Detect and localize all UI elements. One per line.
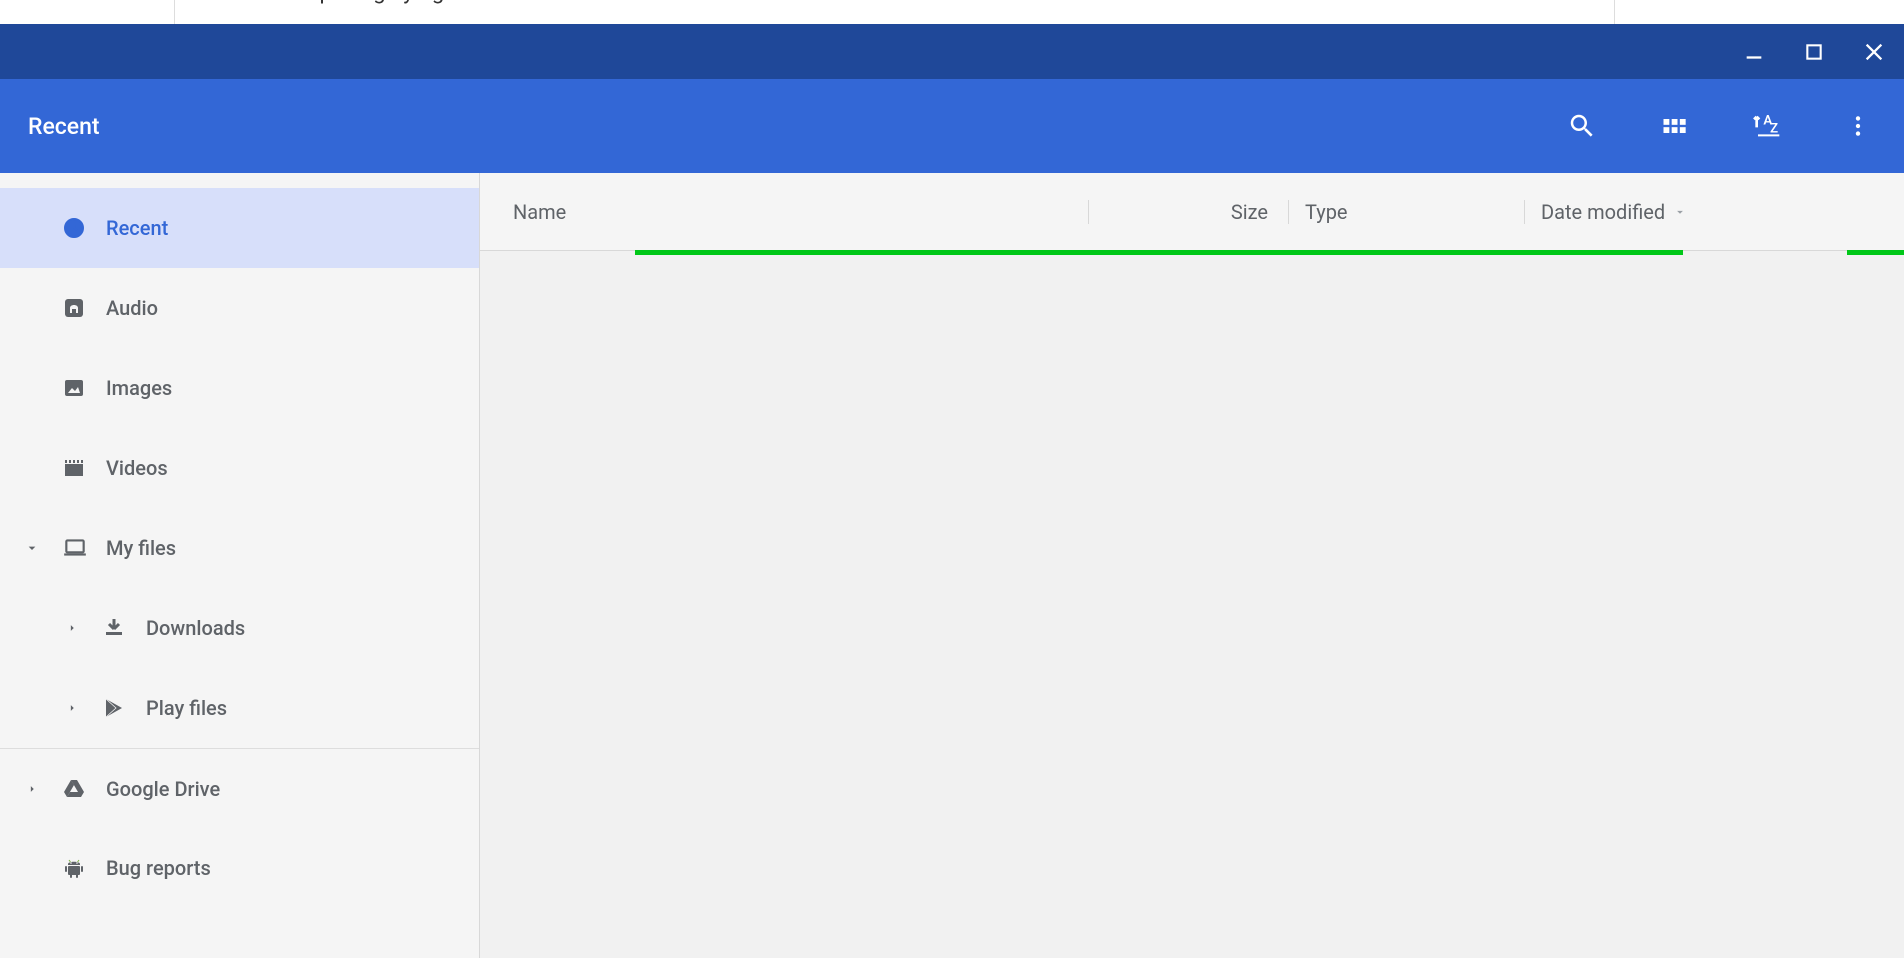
maximize-button[interactable] (1802, 40, 1826, 64)
sidebar-item-label: Recent (106, 216, 168, 240)
column-header-name[interactable]: Name (480, 200, 1088, 224)
sidebar-item-label: Audio (106, 296, 158, 320)
minimize-button[interactable] (1742, 40, 1766, 64)
chevron-right-icon (25, 782, 39, 796)
close-button[interactable] (1862, 40, 1886, 64)
sidebar-item-recent[interactable]: Recent (0, 188, 479, 268)
column-header-date[interactable]: Date modified (1524, 200, 1904, 224)
chevron-right-icon (65, 621, 79, 635)
video-icon (62, 456, 92, 480)
expand-toggle[interactable] (60, 701, 84, 715)
sort-indicator-icon (1673, 200, 1687, 224)
play-store-icon (102, 696, 132, 720)
toolbar: Recent A (0, 79, 1904, 173)
sidebar-item-images[interactable]: Images (0, 348, 479, 428)
sidebar: Recent Audio Images (0, 173, 480, 958)
download-icon (102, 616, 132, 640)
view-toggle-button[interactable] (1658, 110, 1690, 142)
sidebar-item-my-files[interactable]: My files (0, 508, 479, 588)
chevron-right-icon (65, 701, 79, 715)
content-area: Recent Audio Images (0, 173, 1904, 958)
close-icon (1863, 41, 1885, 63)
column-header-size[interactable]: Size (1088, 200, 1288, 224)
image-icon (62, 376, 92, 400)
search-button[interactable] (1566, 110, 1598, 142)
files-window: Recent A (0, 24, 1904, 958)
sidebar-item-downloads[interactable]: Downloads (0, 588, 479, 668)
more-vert-icon (1845, 113, 1871, 139)
clock-icon (62, 216, 92, 240)
column-header-date-label: Date modified (1541, 200, 1665, 224)
window-titlebar (0, 24, 1904, 79)
sidebar-item-label: Google Drive (106, 777, 220, 801)
sort-button[interactable]: A Z (1750, 110, 1782, 142)
expand-toggle[interactable] (60, 621, 84, 635)
expand-toggle[interactable] (20, 782, 44, 796)
loading-progress-bar (635, 250, 1683, 255)
laptop-icon (62, 535, 92, 561)
sidebar-item-google-drive[interactable]: Google Drive (0, 748, 479, 828)
sidebar-item-label: Bug reports (106, 856, 211, 880)
loading-progress-bar-segment (1847, 250, 1904, 255)
main-content: Name Size Type Date modified (480, 173, 1904, 958)
column-header-type[interactable]: Type (1288, 200, 1524, 224)
sidebar-item-label: Downloads (146, 616, 245, 640)
google-drive-icon (62, 777, 92, 801)
grid-view-icon (1660, 112, 1688, 140)
page-title: Recent (28, 113, 100, 140)
sidebar-item-label: Images (106, 376, 172, 400)
page-border (174, 0, 1615, 24)
sidebar-item-bug-reports[interactable]: Bug reports (0, 828, 479, 908)
more-options-button[interactable] (1842, 110, 1874, 142)
sidebar-item-audio[interactable]: Audio (0, 268, 479, 348)
minimize-icon (1743, 41, 1765, 63)
sidebar-item-label: Play files (146, 696, 227, 720)
android-icon (62, 856, 92, 880)
search-icon (1567, 111, 1597, 141)
maximize-icon (1804, 42, 1824, 62)
toolbar-actions: A Z (1566, 110, 1874, 142)
expand-toggle[interactable] (20, 540, 44, 556)
column-headers: Name Size Type Date modified (480, 173, 1904, 251)
sidebar-item-play-files[interactable]: Play files (0, 668, 479, 748)
sort-az-icon: A Z (1750, 110, 1782, 142)
sidebar-item-label: My files (106, 536, 176, 560)
sidebar-item-videos[interactable]: Videos (0, 428, 479, 508)
chevron-down-icon (24, 540, 40, 556)
sidebar-item-label: Videos (106, 456, 168, 480)
headphones-icon (62, 296, 92, 320)
